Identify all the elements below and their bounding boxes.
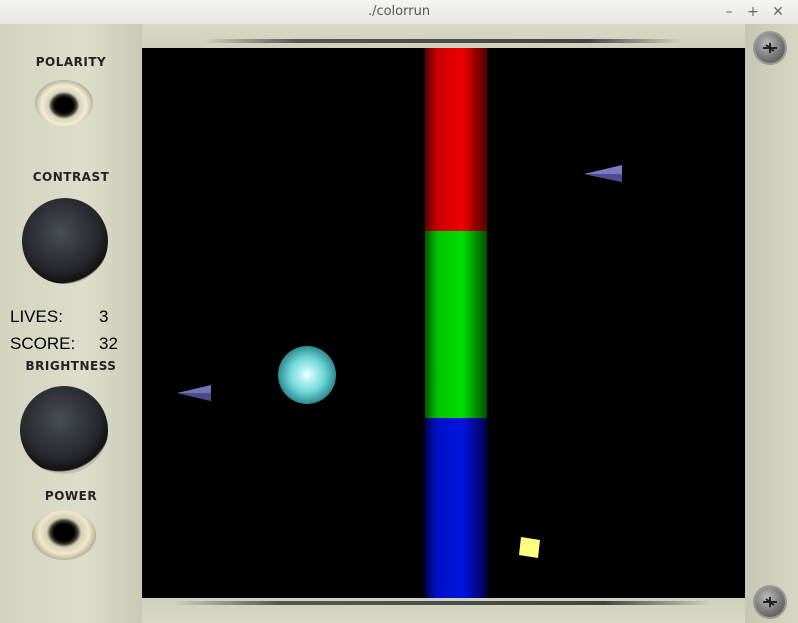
window-titlebar: ./colorrun – + ✕ (0, 0, 798, 25)
screw-icon (755, 33, 785, 63)
close-button[interactable]: ✕ (768, 2, 788, 22)
minimize-button[interactable]: – (719, 2, 739, 22)
enemy-ship-shade (584, 174, 622, 182)
window-title: ./colorrun (367, 4, 431, 19)
power-label: POWER (44, 489, 98, 503)
lives-label: LIVES: (10, 307, 63, 326)
bottom-bezel (142, 598, 745, 623)
lives-value: 3 (99, 307, 109, 326)
left-control-panel: POLARITY CONTRAST LIVES: 3 SCORE: 32 BRI… (0, 24, 142, 623)
game-scene (177, 48, 622, 598)
red-bar-segment (425, 48, 487, 231)
player-ball (278, 346, 336, 404)
game-viewport[interactable] (142, 48, 745, 598)
brightness-label: BRIGHTNESS (25, 359, 117, 373)
power-jack[interactable] (32, 510, 96, 560)
pickup-cube (519, 537, 540, 558)
score-value: 32 (99, 334, 118, 353)
top-groove (202, 39, 682, 43)
screw-icon (755, 587, 785, 617)
bottom-groove (172, 601, 712, 605)
green-bar-segment (425, 231, 487, 418)
enemy-ship-shade (177, 393, 211, 401)
contrast-label: CONTRAST (32, 170, 110, 184)
score-label: SCORE: (10, 334, 76, 353)
maximize-button[interactable]: + (743, 2, 763, 22)
top-bezel (142, 24, 745, 48)
blue-bar-segment (425, 418, 487, 598)
right-bezel (745, 24, 798, 623)
brightness-knob[interactable] (20, 386, 108, 474)
contrast-knob[interactable] (22, 198, 108, 284)
polarity-jack[interactable] (35, 80, 93, 126)
polarity-label: POLARITY (35, 55, 107, 69)
